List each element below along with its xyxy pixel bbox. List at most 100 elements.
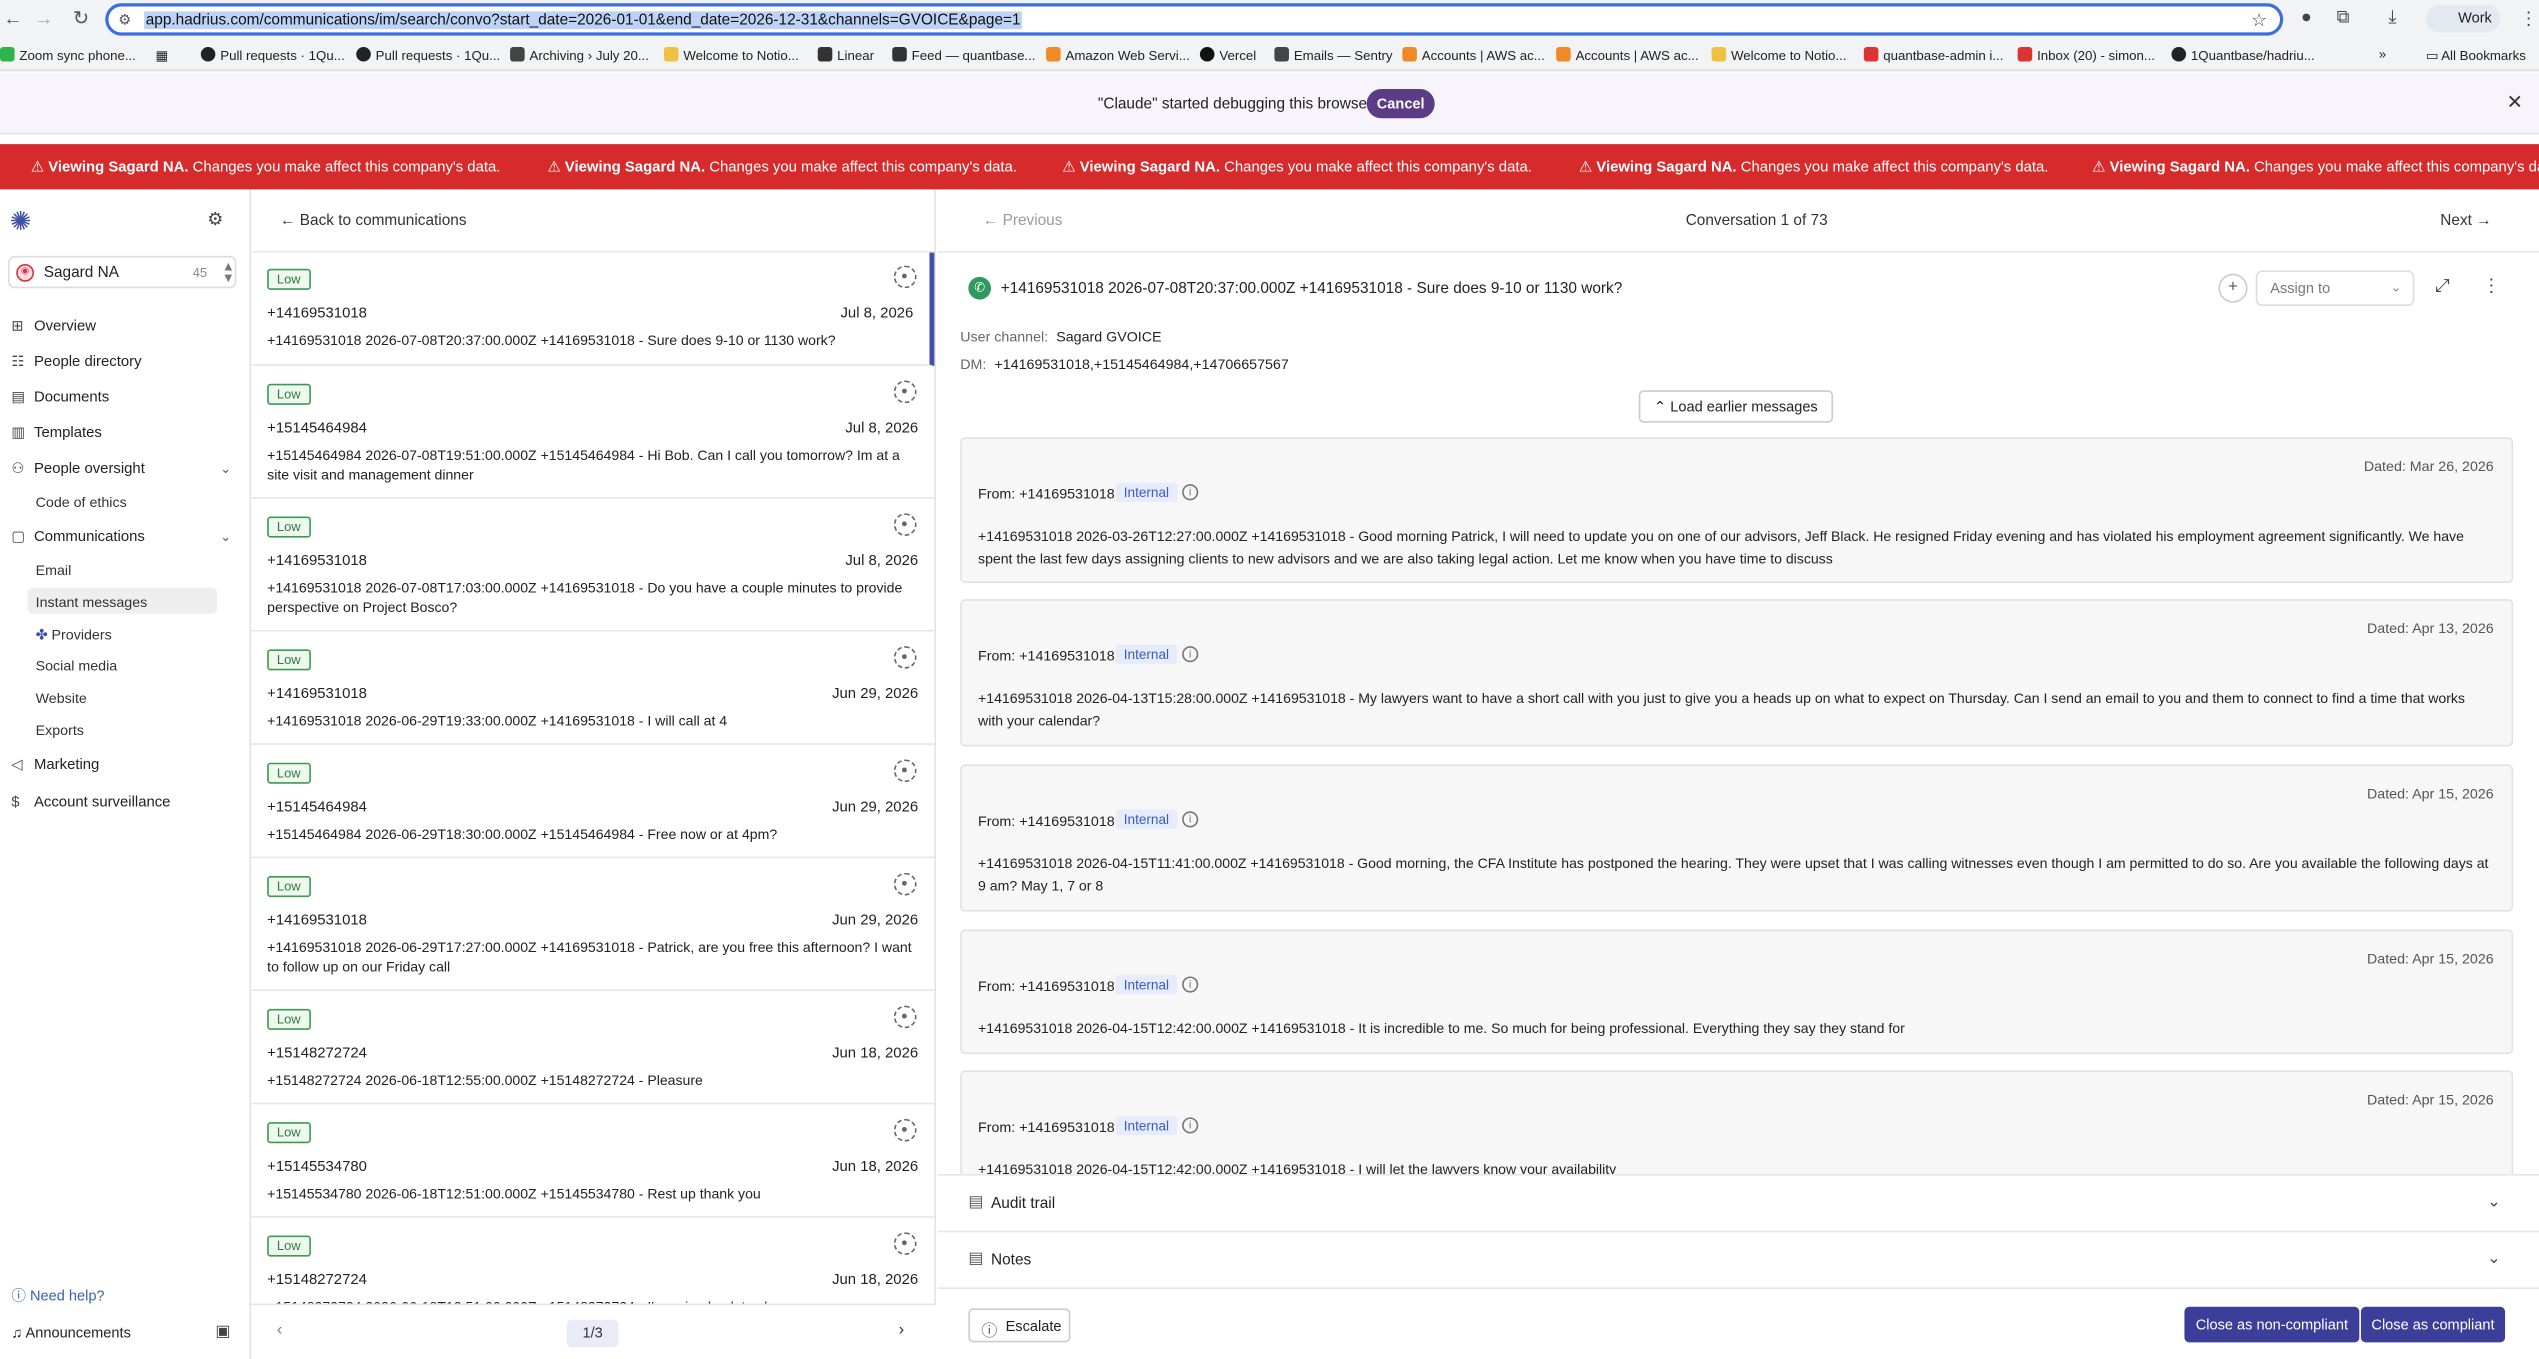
list-item[interactable]: Low +15145534780 Jun 18, 2026 +151455347… [250, 1105, 935, 1218]
nav-website[interactable]: Website [36, 690, 87, 706]
extensions-puzzle-icon[interactable]: ⧉ [2337, 8, 2350, 29]
item-preview: +14169531018 2026-06-29T17:27:00.000Z +1… [267, 939, 912, 976]
forward-arrow-icon[interactable]: → [31, 6, 57, 29]
bookmark[interactable]: Inbox (20) - simon... [2017, 46, 2155, 63]
site-info-icon[interactable]: ⚙ [118, 11, 131, 29]
chevron-down-icon[interactable]: ⌄ [220, 530, 231, 545]
bookmark[interactable]: Accounts | AWS ac... [1556, 46, 1699, 63]
list-item[interactable]: Low +15148272724 Jun 18, 2026 +151482727… [250, 992, 935, 1105]
bookmark[interactable]: Pull requests · 1Qu... [356, 46, 500, 63]
nav-documents[interactable]: ▤ Documents [11, 389, 109, 407]
close-icon[interactable]: ✕ [2507, 91, 2523, 114]
bookmark[interactable]: Pull requests · 1Qu... [200, 46, 345, 63]
back-arrow-icon[interactable]: ← [0, 6, 26, 29]
audit-trail-accordion[interactable]: ▤ Audit trail ⌄ [937, 1173, 2539, 1231]
cancel-debug-button[interactable]: Cancel [1366, 89, 1435, 119]
collapse-sidebar-icon[interactable]: ▣ [215, 1323, 230, 1341]
nav-people-directory[interactable]: ☷ People directory [11, 353, 141, 371]
add-button[interactable]: + [2218, 273, 2248, 303]
assign-to-select[interactable]: Assign to ⌄ [2255, 270, 2415, 307]
escalate-button[interactable]: ⓘ Escalate [968, 1308, 1071, 1343]
list-item[interactable]: Low +15145464984 Jun 29, 2026 +151454649… [250, 746, 935, 859]
info-icon[interactable]: i [1182, 976, 1199, 993]
item-date: Jun 29, 2026 [832, 798, 919, 815]
message-thread[interactable]: Dated: Mar 26, 2026 From: +14169531018 I… [938, 432, 2539, 1174]
chevron-down-icon: ⌄ [2487, 1193, 2501, 1212]
next-page-icon[interactable]: › [899, 1321, 904, 1339]
browser-menu-icon[interactable]: ⋮ [2520, 8, 2538, 29]
company-warning-banner: ⚠ Viewing Sagard NA. Changes you make af… [0, 144, 2539, 190]
bookmark[interactable]: Welcome to Notio... [1711, 46, 1846, 63]
nav-overview[interactable]: ⊞ Overview [11, 317, 96, 335]
address-bar[interactable]: ⚙ app.hadrius.com/communications/im/sear… [105, 3, 2284, 36]
list-item[interactable]: Low +14169531018 Jun 29, 2026 +141695310… [250, 633, 935, 745]
previous-page-icon[interactable]: ‹ [277, 1321, 282, 1339]
message-date: Dated: Apr 15, 2026 [2366, 1091, 2494, 1108]
bookmark[interactable]: quantbase-admin i... [1863, 46, 2003, 63]
announcements-link[interactable]: ♫ Announcements [11, 1325, 131, 1341]
expand-icon[interactable]: ⤢ [2435, 277, 2449, 298]
load-earlier-messages-button[interactable]: ⌃ Load earlier messages [1638, 390, 1834, 423]
bookmark[interactable]: Vercel [1199, 46, 1256, 63]
star-icon[interactable]: ☆ [2251, 10, 2267, 30]
url-text[interactable]: app.hadrius.com/communications/im/search… [144, 11, 1023, 30]
item-date: Jul 8, 2026 [845, 419, 919, 436]
all-bookmarks[interactable]: ▭ All Bookmarks [2426, 47, 2526, 64]
info-icon[interactable]: i [1182, 1117, 1199, 1134]
bookmark[interactable]: Feed — quantbase... [892, 46, 1035, 63]
item-preview: +14169531018 2026-06-29T19:33:00.000Z +1… [267, 712, 728, 729]
bookmark[interactable]: Linear [817, 46, 874, 63]
nav-templates[interactable]: ▥ Templates [11, 424, 101, 442]
bookmark[interactable]: Amazon Web Servi... [1046, 46, 1190, 63]
company-selector[interactable]: ◉ Sagard NA 45 ▲ ▼ [8, 255, 237, 289]
chevron-down-icon[interactable]: ⌄ [220, 462, 231, 477]
nav-email[interactable]: Email [36, 562, 72, 578]
more-options-icon[interactable]: ⋮ [2482, 275, 2500, 296]
need-help-link[interactable]: ⓘ Need help? [11, 1284, 104, 1305]
nav-marketing[interactable]: ◁ Marketing [11, 756, 99, 774]
apps-grid-icon[interactable]: ▦ [155, 47, 168, 64]
gear-icon[interactable]: ⚙ [207, 209, 223, 230]
list-item[interactable]: Low +14169531018 Jul 8, 2026 +1416953101… [250, 500, 935, 632]
info-icon[interactable]: i [1182, 811, 1199, 828]
status-pending-icon [893, 265, 917, 289]
nav-exports[interactable]: Exports [36, 722, 84, 738]
bookmark[interactable]: Zoom sync phone... [0, 46, 136, 63]
reload-icon[interactable]: ↻ [68, 6, 94, 29]
info-icon[interactable]: i [1182, 484, 1199, 501]
list-item[interactable]: Low +14169531018 Jun 29, 2026 +141695310… [250, 859, 935, 992]
bookmark[interactable]: Emails — Sentry [1274, 46, 1393, 63]
back-to-communications-link[interactable]: ← Back to communications [280, 212, 466, 230]
notes-accordion[interactable]: ▤ Notes ⌄ [937, 1230, 2539, 1288]
message-text: +14169531018 2026-03-26T12:27:00.000Z +1… [978, 527, 2464, 567]
list-item[interactable]: Low +15145464984 Jul 8, 2026 +1514546498… [250, 367, 935, 499]
nav-account-surveillance[interactable]: $ Account surveillance [11, 793, 170, 809]
bookmark[interactable]: 1Quantbase/hadriu... [2171, 46, 2315, 63]
nav-code-of-ethics[interactable]: Code of ethics [36, 494, 127, 510]
nav-providers[interactable]: ✤ Providers [36, 627, 112, 645]
info-icon[interactable]: i [1182, 646, 1199, 663]
nav-communications[interactable]: ▢ Communications [11, 528, 144, 546]
item-preview: +14169531018 2026-07-08T17:03:00.000Z +1… [267, 579, 903, 616]
nav-instant-messages[interactable]: Instant messages [36, 594, 148, 610]
previous-conversation-button[interactable]: ← Previous [983, 212, 1063, 230]
close-as-non-compliant-button[interactable]: Close as non-compliant [2184, 1306, 2360, 1343]
nav-people-oversight[interactable]: ⚇ People oversight [11, 460, 145, 478]
download-icon[interactable]: ⤓ [2388, 8, 2396, 29]
bookmark[interactable]: Welcome to Notio... [663, 46, 799, 63]
close-as-compliant-button[interactable]: Close as compliant [2360, 1306, 2506, 1343]
warning-icon: ⚠ [1062, 158, 1080, 175]
bookmark[interactable]: Archiving › July 20... [510, 46, 649, 63]
template-icon: ▥ [11, 424, 26, 441]
extension-icon[interactable]: ● [2301, 8, 2312, 27]
more-bookmarks-icon[interactable]: » [2379, 47, 2386, 62]
profile-button[interactable]: Work [2425, 4, 2501, 33]
list-item[interactable]: Low +14169531018 Jul 8, 2026 +1416953101… [250, 252, 935, 366]
bookmark[interactable]: Accounts | AWS ac... [1402, 46, 1545, 63]
message-from: From: +14169531018 [978, 1118, 1115, 1136]
nav-social-media[interactable]: Social media [36, 657, 118, 673]
app-logo-icon[interactable]: ✺ [10, 206, 39, 237]
document-icon: ▤ [968, 1193, 984, 1212]
next-conversation-button[interactable]: Next → [2440, 212, 2491, 230]
item-number: +14169531018 [267, 911, 367, 928]
